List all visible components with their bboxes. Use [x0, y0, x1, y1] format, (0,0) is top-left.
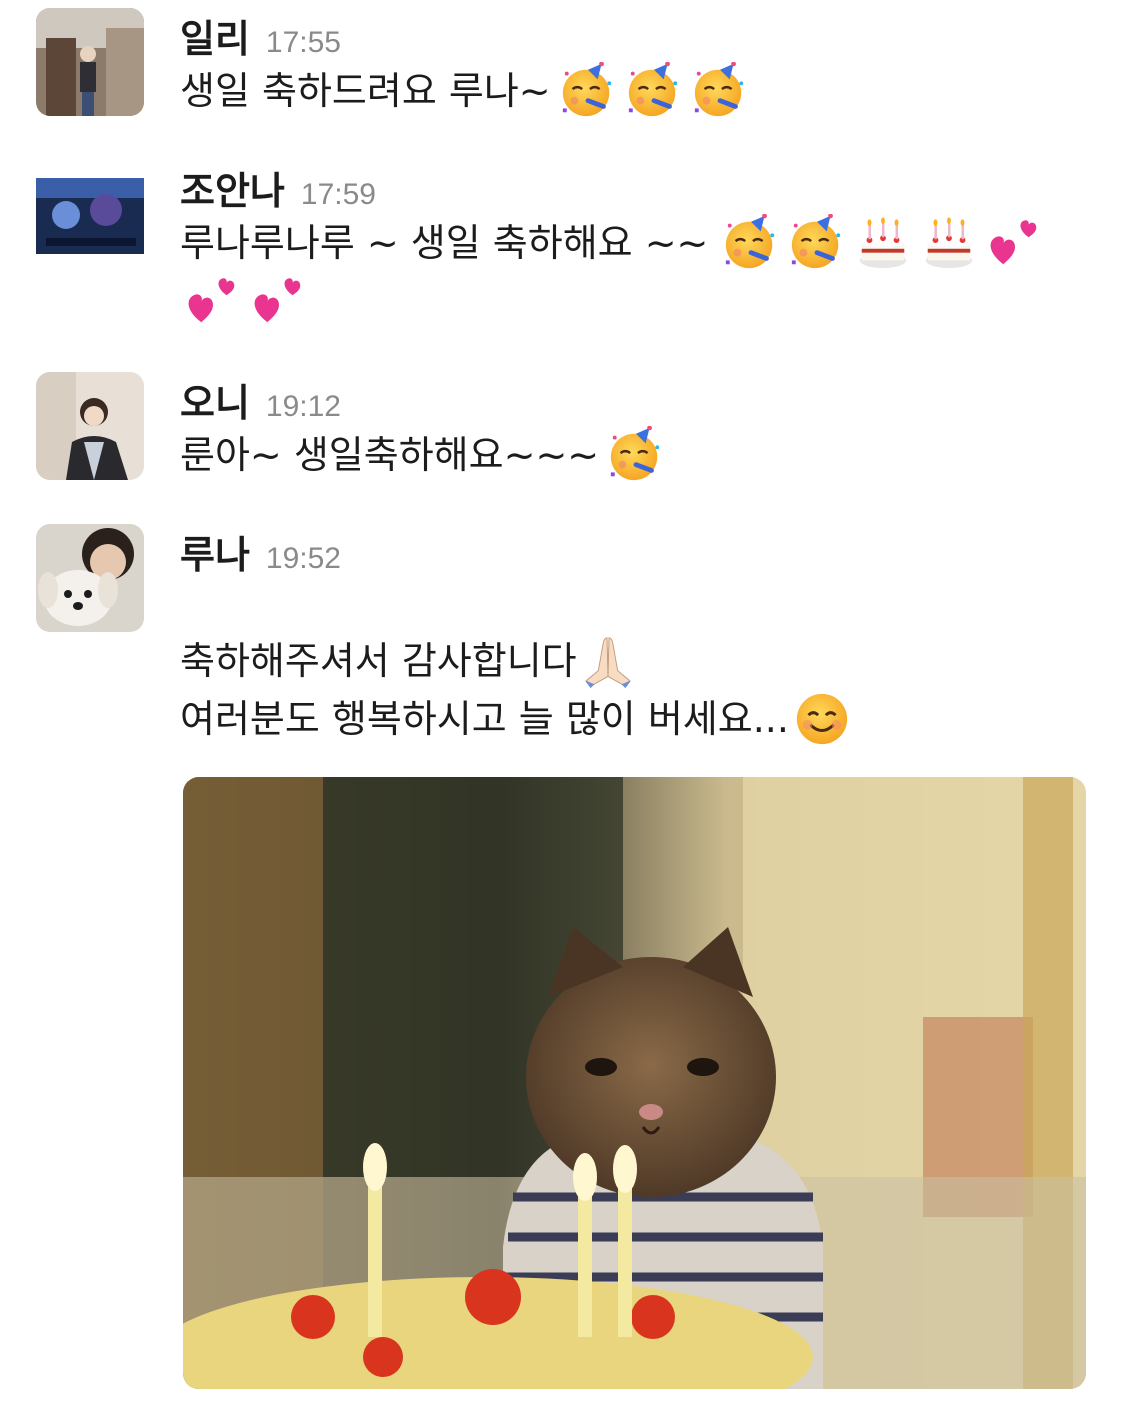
sad-cat-photo [183, 777, 1086, 1389]
timestamp[interactable]: 17:59 [301, 178, 376, 212]
partying-face-icon [722, 214, 780, 272]
message-text: 축하해주셔서 감사합니다 [180, 639, 577, 683]
avatar-illi[interactable] [36, 8, 144, 116]
partying-face-icon [607, 426, 665, 484]
folded-hands-icon [579, 632, 637, 690]
message-text: 생일 축하드려요 루나~ [180, 69, 551, 113]
birthday-cake-icon [854, 214, 912, 272]
partying-face-icon [788, 214, 846, 272]
two-hearts-icon [250, 272, 308, 330]
image-attachment[interactable] [183, 777, 1086, 1389]
two-hearts-icon [986, 214, 1044, 272]
partying-face-icon [625, 62, 683, 120]
sender-name[interactable]: 루나 [180, 524, 250, 579]
avatar-illi-image [36, 8, 144, 116]
message-text-line: 루나루나루 ~ 생일 축하해요 ~~ [180, 214, 1044, 272]
avatar-luna[interactable] [36, 524, 144, 632]
birthday-cake-icon [920, 214, 978, 272]
timestamp[interactable]: 19:12 [266, 390, 341, 424]
message-text-line: 룬아~ 생일축하해요~~~ [180, 426, 665, 484]
timestamp[interactable]: 17:55 [266, 26, 341, 60]
message-text: 룬아~ 생일축하해요~~~ [180, 433, 600, 477]
smiling-face-icon [793, 690, 851, 748]
message-text: 여러분도 행복하시고 늘 많이 버세요... [180, 697, 789, 741]
message-text-line: 축하해주셔서 감사합니다 [180, 632, 637, 690]
sender-name[interactable]: 일리 [180, 8, 250, 63]
two-hearts-icon [184, 272, 242, 330]
partying-face-icon [559, 62, 617, 120]
avatar-joanna[interactable] [36, 160, 144, 268]
sender-name[interactable]: 오니 [180, 372, 250, 427]
message-text-line: 생일 축하드려요 루나~ [180, 62, 749, 120]
avatar-joanna-image [36, 160, 144, 268]
message-emoji-line [180, 272, 308, 330]
timestamp[interactable]: 19:52 [266, 542, 341, 576]
partying-face-icon [691, 62, 749, 120]
sender-name[interactable]: 조안나 [180, 160, 285, 215]
message-text-line: 여러분도 행복하시고 늘 많이 버세요... [180, 690, 851, 748]
message-text: 루나루나루 ~ 생일 축하해요 ~~ [180, 221, 709, 265]
avatar-oni[interactable] [36, 372, 144, 480]
avatar-luna-image [36, 524, 144, 632]
avatar-oni-image [36, 372, 144, 480]
